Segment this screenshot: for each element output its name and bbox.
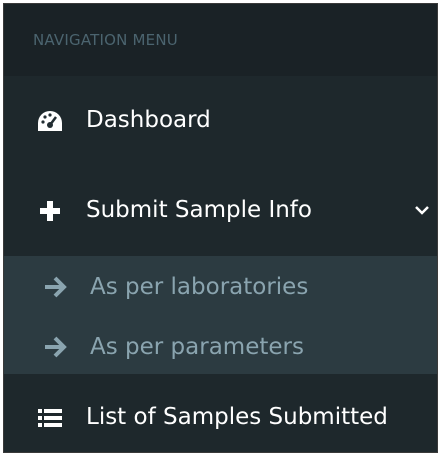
submenu-item-label: As per laboratories (90, 274, 309, 300)
plus-icon (36, 197, 64, 225)
sidebar-item-dashboard[interactable]: Dashboard (4, 76, 437, 166)
sidebar-item-list-of-samples[interactable]: List of Samples Submitted (4, 374, 437, 452)
sidebar-item-label: Dashboard (86, 107, 211, 133)
arrow-right-icon (43, 274, 69, 300)
sidebar-item-label: List of Samples Submitted (86, 404, 388, 430)
chevron-down-icon[interactable] (411, 199, 433, 221)
arrow-right-icon (43, 334, 69, 360)
submenu-item-label: As per parameters (90, 334, 304, 360)
submenu-item-as-per-laboratories[interactable]: As per laboratories (4, 258, 437, 316)
submenu-item-as-per-parameters[interactable]: As per parameters (4, 318, 437, 376)
sidebar: NAVIGATION MENU Dashboard Submit Sample … (3, 3, 438, 453)
dashboard-icon (36, 107, 64, 135)
list-icon (36, 404, 64, 432)
sidebar-item-label: Submit Sample Info (86, 197, 312, 223)
submenu-submit-sample-info: As per laboratories As per parameters (4, 256, 437, 374)
sidebar-item-submit-sample-info[interactable]: Submit Sample Info (4, 166, 437, 256)
nav-menu-header: NAVIGATION MENU (4, 4, 437, 76)
